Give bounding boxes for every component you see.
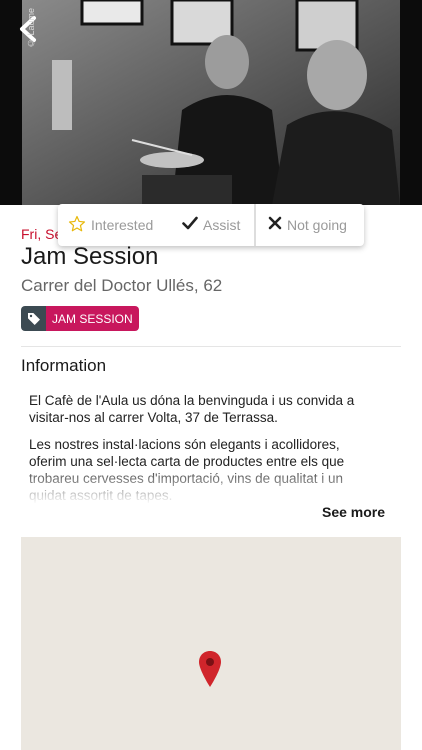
description-paragraph: El Cafè de l'Aula us dóna la benvinguda …: [29, 393, 355, 425]
rsvp-bar: Interested Assist Not going: [58, 204, 364, 246]
category-tag[interactable]: JAM SESSION: [21, 306, 139, 331]
close-icon: [268, 216, 282, 235]
map-pin-icon[interactable]: [198, 650, 222, 688]
event-map[interactable]: [21, 537, 401, 750]
interested-button[interactable]: Interested: [58, 204, 170, 246]
description-fade: [29, 464, 379, 504]
not-going-label: Not going: [287, 217, 347, 233]
tag-icon: [21, 306, 46, 331]
event-title: Jam Session: [21, 243, 159, 270]
assist-label: Assist: [203, 217, 241, 233]
check-icon: [182, 216, 198, 235]
see-more-link[interactable]: See more: [322, 504, 385, 520]
photo-credit: © Laume: [26, 7, 36, 48]
information-heading: Information: [21, 356, 107, 375]
event-photo: [22, 0, 400, 205]
section-divider: [21, 346, 401, 347]
star-icon: [68, 215, 86, 236]
event-hero-image: © Laume: [0, 0, 422, 205]
event-address: Carrer del Doctor Ullés, 62: [21, 276, 223, 295]
interested-label: Interested: [91, 217, 154, 233]
event-description: El Cafè de l'Aula us dóna la benvinguda …: [29, 392, 379, 504]
assist-button[interactable]: Assist: [170, 204, 256, 246]
not-going-button[interactable]: Not going: [256, 204, 364, 246]
category-tag-label: JAM SESSION: [46, 306, 139, 331]
event-date: Fri, Se: [21, 226, 63, 242]
